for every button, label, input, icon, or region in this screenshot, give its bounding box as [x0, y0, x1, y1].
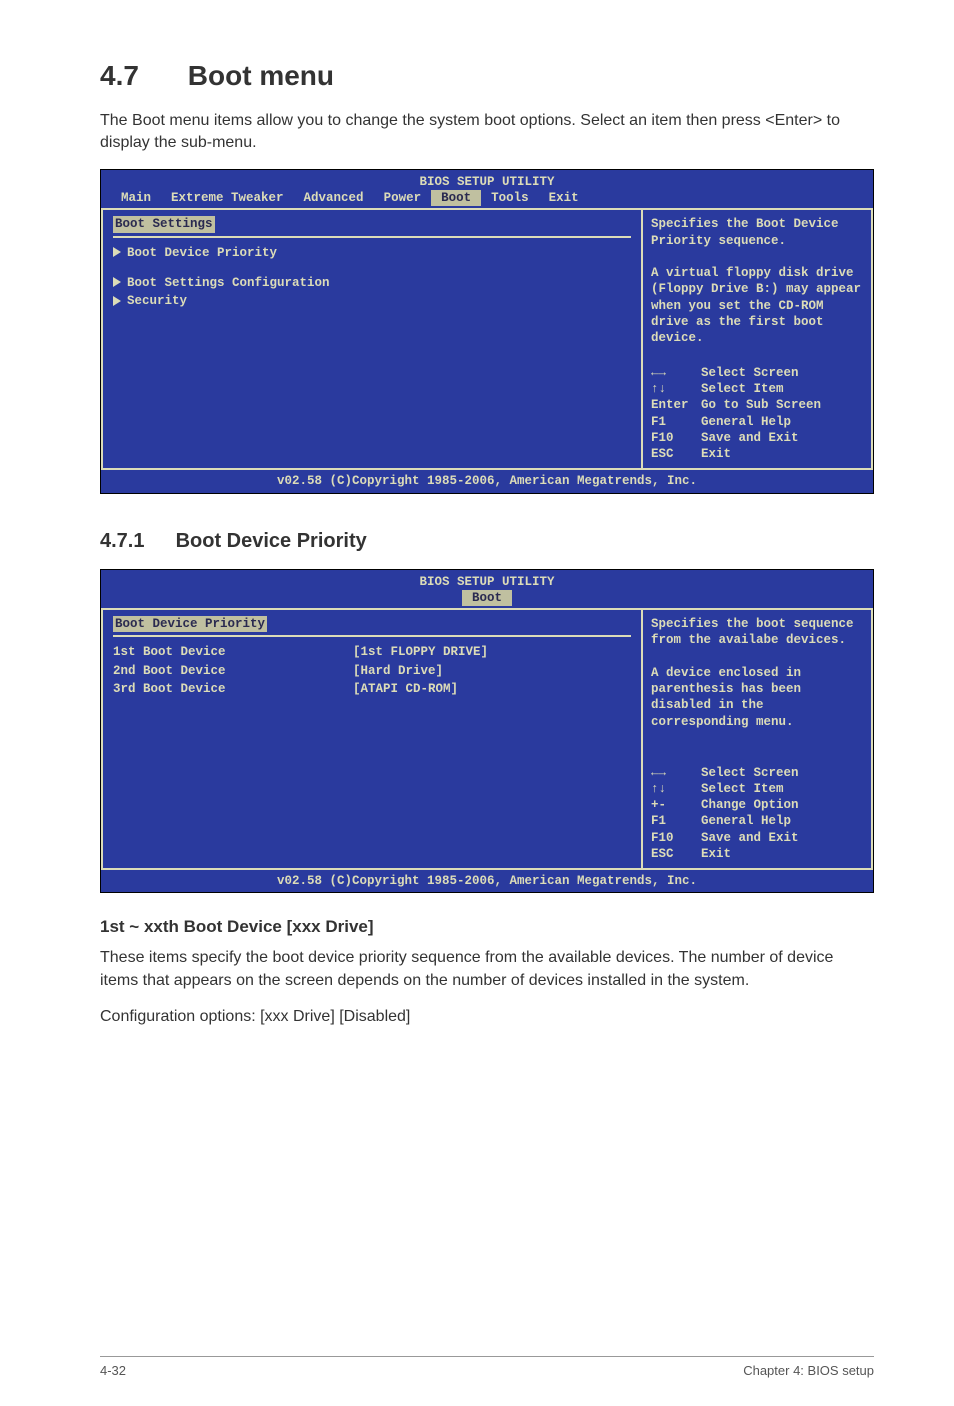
submenu-arrow-icon	[113, 247, 121, 257]
subsection-number: 4.7.1	[100, 530, 170, 553]
key-desc: Exit	[701, 846, 731, 862]
key-desc: Select Item	[701, 781, 784, 797]
key: +-	[651, 797, 701, 813]
help-text: Specifies the Boot Device Priority seque…	[651, 216, 863, 346]
item-heading: 1st ~ xxth Boot Device [xxx Drive]	[100, 917, 874, 937]
submenu-arrow-icon	[113, 277, 121, 287]
divider	[113, 236, 631, 238]
tab-power[interactable]: Power	[374, 190, 432, 206]
bios-copyright: v02.58 (C)Copyright 1985-2006, American …	[101, 470, 873, 492]
pane-title: Boot Device Priority	[113, 616, 267, 632]
key: ←→	[651, 365, 701, 381]
key: F1	[651, 414, 701, 430]
bios-left-pane: Boot Device Priority 1st Boot Device[1st…	[101, 610, 643, 870]
bios-tab-bar: Main Extreme Tweaker Advanced Power Boot…	[101, 190, 873, 210]
help-text: Specifies the boot sequence from the ava…	[651, 616, 863, 730]
chapter-label: Chapter 4: BIOS setup	[743, 1363, 874, 1378]
key: ←→	[651, 765, 701, 781]
subsection-heading: 4.7.1 Boot Device Priority	[100, 530, 874, 553]
bios-left-pane: Boot Settings Boot Device Priority Boot …	[101, 210, 643, 470]
key-desc: Change Option	[701, 797, 799, 813]
key: F1	[651, 813, 701, 829]
bios-help-pane: Specifies the boot sequence from the ava…	[643, 610, 873, 870]
menu-item-boot-device-priority[interactable]: Boot Device Priority	[113, 244, 631, 262]
key-desc: Save and Exit	[701, 430, 799, 446]
key: ↑↓	[651, 781, 701, 797]
key: F10	[651, 430, 701, 446]
submenu-arrow-icon	[113, 296, 121, 306]
key: ESC	[651, 446, 701, 462]
tab-advanced[interactable]: Advanced	[294, 190, 374, 206]
pane-title: Boot Settings	[113, 216, 215, 232]
page-number: 4-32	[100, 1363, 126, 1378]
bios-help-pane: Specifies the Boot Device Priority seque…	[643, 210, 873, 470]
key: ESC	[651, 846, 701, 862]
intro-paragraph: The Boot menu items allow you to change …	[100, 110, 874, 155]
bios-screenshot-1: BIOS SETUP UTILITY Main Extreme Tweaker …	[100, 169, 874, 494]
key-desc: Select Screen	[701, 765, 799, 781]
tab-tools[interactable]: Tools	[481, 190, 539, 206]
bios-screenshot-2: BIOS SETUP UTILITY Boot Boot Device Prio…	[100, 569, 874, 894]
menu-item-boot-settings-config[interactable]: Boot Settings Configuration	[113, 274, 631, 292]
subsection-title: Boot Device Priority	[176, 530, 367, 552]
tab-exit[interactable]: Exit	[539, 190, 589, 206]
key-legend: ←→Select Screen ↑↓Select Item EnterGo to…	[651, 365, 863, 463]
key-desc: Select Screen	[701, 365, 799, 381]
bios-tab-bar: Boot	[101, 590, 873, 610]
key-desc: General Help	[701, 813, 791, 829]
key: ↑↓	[651, 381, 701, 397]
tab-main[interactable]: Main	[111, 190, 161, 206]
item-description: These items specify the boot device prio…	[100, 947, 874, 992]
key-desc: Select Item	[701, 381, 784, 397]
config-options: Configuration options: [xxx Drive] [Disa…	[100, 1006, 874, 1028]
key-legend: ←→Select Screen ↑↓Select Item +-Change O…	[651, 765, 863, 863]
key-desc: Exit	[701, 446, 731, 462]
section-heading: 4.7 Boot menu	[100, 60, 874, 92]
boot-device-row-1[interactable]: 1st Boot Device[1st FLOPPY DRIVE]	[113, 643, 631, 661]
key: F10	[651, 830, 701, 846]
tab-extreme-tweaker[interactable]: Extreme Tweaker	[161, 190, 294, 206]
bios-title: BIOS SETUP UTILITY	[101, 170, 873, 190]
divider	[113, 635, 631, 637]
key: Enter	[651, 397, 701, 413]
section-title: Boot menu	[188, 60, 334, 91]
key-desc: General Help	[701, 414, 791, 430]
tab-boot[interactable]: Boot	[462, 590, 512, 606]
tab-boot[interactable]: Boot	[431, 190, 481, 206]
page-footer: 4-32 Chapter 4: BIOS setup	[100, 1356, 874, 1378]
menu-item-security[interactable]: Security	[113, 292, 631, 310]
key-desc: Go to Sub Screen	[701, 397, 821, 413]
key-desc: Save and Exit	[701, 830, 799, 846]
bios-title: BIOS SETUP UTILITY	[101, 570, 873, 590]
section-number: 4.7	[100, 60, 180, 92]
boot-device-row-3[interactable]: 3rd Boot Device[ATAPI CD-ROM]	[113, 680, 631, 698]
boot-device-row-2[interactable]: 2nd Boot Device[Hard Drive]	[113, 662, 631, 680]
bios-copyright: v02.58 (C)Copyright 1985-2006, American …	[101, 870, 873, 892]
